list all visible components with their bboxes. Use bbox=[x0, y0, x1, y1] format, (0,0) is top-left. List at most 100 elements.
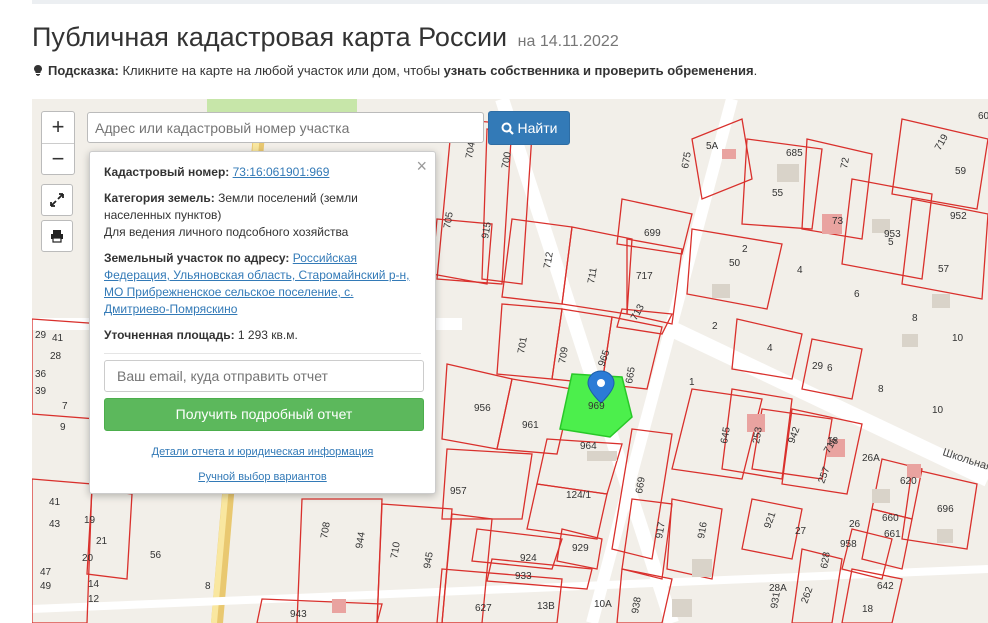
lightbulb-icon bbox=[34, 65, 42, 76]
zoom-in-button[interactable]: + bbox=[42, 112, 74, 144]
svg-text:5А: 5А bbox=[706, 141, 719, 152]
svg-text:4: 4 bbox=[767, 343, 773, 354]
report-details-link[interactable]: Детали отчета и юридическая информация bbox=[104, 446, 421, 458]
email-field[interactable] bbox=[104, 360, 424, 392]
svg-text:60: 60 bbox=[978, 111, 988, 122]
page-title: Публичная кадастровая карта России на 14… bbox=[32, 22, 619, 53]
svg-text:18: 18 bbox=[827, 436, 839, 447]
svg-text:969: 969 bbox=[588, 401, 605, 412]
svg-text:642: 642 bbox=[877, 581, 894, 592]
svg-text:9: 9 bbox=[60, 422, 66, 433]
hint: Подсказка: Кликните на карте на любой уч… bbox=[34, 63, 757, 78]
svg-text:124/1: 124/1 bbox=[566, 490, 591, 501]
popup-divider bbox=[104, 353, 421, 354]
search-input[interactable] bbox=[87, 112, 484, 143]
svg-text:59: 59 bbox=[955, 166, 967, 177]
cadastral-number-label: Кадастровый номер: bbox=[104, 165, 230, 179]
svg-text:933: 933 bbox=[515, 571, 532, 582]
svg-text:12: 12 bbox=[88, 594, 100, 605]
hint-end: . bbox=[753, 63, 758, 78]
svg-text:19: 19 bbox=[84, 515, 96, 526]
svg-text:4: 4 bbox=[797, 265, 803, 276]
page-title-text: Публичная кадастровая карта России bbox=[32, 22, 508, 52]
svg-text:660: 660 bbox=[882, 513, 899, 524]
svg-text:6: 6 bbox=[854, 289, 860, 300]
svg-text:36: 36 bbox=[35, 369, 47, 380]
svg-text:620: 620 bbox=[900, 476, 917, 487]
get-report-button[interactable]: Получить подробный отчет bbox=[104, 398, 424, 431]
svg-text:57: 57 bbox=[938, 264, 950, 275]
manual-selection-link[interactable]: Ручной выбор вариантов bbox=[104, 471, 421, 483]
area-label: Уточненная площадь: bbox=[104, 328, 235, 342]
svg-text:1: 1 bbox=[689, 377, 695, 388]
cadastral-number-link[interactable]: 73:16:061901:969 bbox=[233, 165, 330, 179]
svg-text:29: 29 bbox=[812, 361, 824, 372]
area-value: 1 293 кв.м. bbox=[234, 328, 298, 342]
svg-text:26: 26 bbox=[849, 519, 861, 530]
land-category-row: Категория земель: Земли поселений (земли… bbox=[104, 190, 421, 224]
zoom-control: + − bbox=[41, 111, 75, 175]
svg-text:661: 661 bbox=[884, 529, 901, 540]
close-icon[interactable]: × bbox=[416, 156, 427, 177]
hint-label: Подсказка: bbox=[48, 63, 119, 78]
cadastral-number-row: Кадастровый номер: 73:16:061901:969 bbox=[104, 164, 421, 181]
search-button[interactable]: Найти bbox=[488, 111, 570, 145]
svg-text:55: 55 bbox=[772, 188, 784, 199]
svg-text:957: 957 bbox=[450, 486, 467, 497]
svg-text:39: 39 bbox=[35, 386, 47, 397]
svg-text:18: 18 bbox=[862, 604, 874, 615]
hint-bold: узнать собственника и проверить обремене… bbox=[443, 63, 754, 78]
svg-text:2: 2 bbox=[712, 321, 718, 332]
svg-text:8: 8 bbox=[878, 384, 884, 395]
svg-text:2: 2 bbox=[742, 244, 748, 255]
search-button-label: Найти bbox=[517, 120, 558, 136]
zoom-out-button[interactable]: − bbox=[42, 144, 74, 175]
svg-text:29: 29 bbox=[35, 330, 47, 341]
svg-text:20: 20 bbox=[82, 553, 94, 564]
svg-text:49: 49 bbox=[40, 581, 52, 592]
top-divider bbox=[32, 0, 988, 4]
svg-text:28А: 28А bbox=[769, 583, 787, 594]
svg-text:696: 696 bbox=[937, 504, 954, 515]
svg-text:13В: 13В bbox=[537, 601, 555, 612]
search-icon bbox=[501, 122, 514, 135]
svg-text:956: 956 bbox=[474, 403, 491, 414]
address-label: Земельный участок по адресу: bbox=[104, 251, 290, 265]
svg-text:8: 8 bbox=[912, 313, 918, 324]
svg-text:7: 7 bbox=[62, 401, 68, 412]
svg-text:8: 8 bbox=[205, 581, 211, 592]
svg-text:952: 952 bbox=[950, 211, 967, 222]
svg-text:929: 929 bbox=[572, 543, 589, 554]
address-row: Земельный участок по адресу: Российская … bbox=[104, 250, 421, 318]
svg-text:28: 28 bbox=[50, 351, 62, 362]
svg-text:27: 27 bbox=[795, 526, 807, 537]
svg-text:717: 717 bbox=[636, 271, 653, 282]
svg-text:47: 47 bbox=[40, 567, 52, 578]
expand-icon bbox=[50, 193, 64, 207]
svg-text:73: 73 bbox=[832, 216, 844, 227]
svg-text:924: 924 bbox=[520, 553, 537, 564]
svg-text:958: 958 bbox=[840, 539, 857, 550]
svg-text:627: 627 bbox=[475, 603, 492, 614]
svg-text:943: 943 bbox=[290, 609, 307, 620]
svg-text:41: 41 bbox=[49, 497, 61, 508]
svg-text:26А: 26А bbox=[862, 453, 880, 464]
page-date: на 14.11.2022 bbox=[517, 33, 619, 50]
svg-text:41: 41 bbox=[52, 333, 64, 344]
parcel-info-popup: × Кадастровый номер: 73:16:061901:969 Ка… bbox=[89, 151, 436, 494]
svg-text:10А: 10А bbox=[594, 599, 612, 610]
print-button[interactable] bbox=[41, 220, 73, 252]
svg-text:50: 50 bbox=[729, 258, 741, 269]
land-category-label: Категория земель: bbox=[104, 191, 215, 205]
svg-text:10: 10 bbox=[932, 405, 944, 416]
cadastral-map[interactable]: 704 700 705 915 712 711 717 713 701 709 … bbox=[32, 99, 988, 623]
svg-text:56: 56 bbox=[150, 550, 162, 561]
svg-text:685: 685 bbox=[786, 148, 803, 159]
svg-text:964: 964 bbox=[580, 441, 597, 452]
svg-text:14: 14 bbox=[88, 579, 100, 590]
hint-text: Кликните на карте на любой участок или д… bbox=[118, 63, 444, 78]
svg-text:699: 699 bbox=[644, 228, 661, 239]
area-row: Уточненная площадь: 1 293 кв.м. bbox=[104, 327, 421, 344]
fullscreen-button[interactable] bbox=[41, 184, 73, 216]
svg-text:43: 43 bbox=[49, 519, 61, 530]
